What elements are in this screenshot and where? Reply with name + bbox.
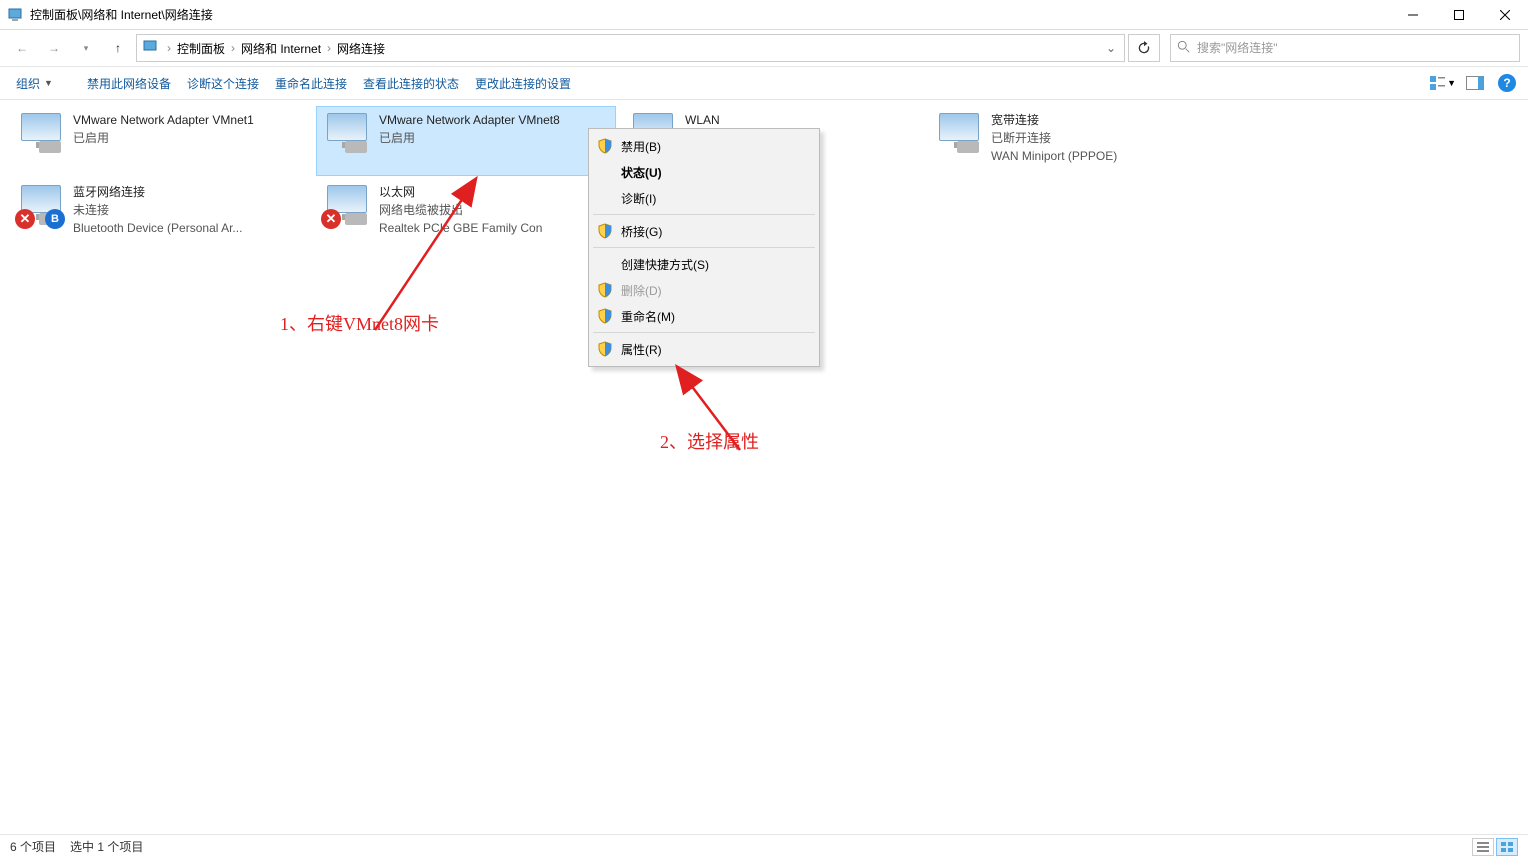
uac-shield-icon: [597, 138, 613, 154]
context-menu-item[interactable]: 重命名(M): [591, 303, 817, 329]
up-button[interactable]: ↑: [104, 34, 132, 62]
adapter-device: Bluetooth Device (Personal Ar...: [73, 219, 242, 237]
toolbar-diagnose[interactable]: 诊断这个连接: [179, 69, 267, 98]
menu-separator: [593, 214, 815, 215]
recent-dropdown[interactable]: ▾: [72, 34, 100, 62]
search-box[interactable]: [1170, 34, 1520, 62]
breadcrumb-item[interactable]: 网络连接: [333, 35, 389, 61]
address-dropdown[interactable]: ⌄: [1100, 41, 1122, 55]
context-menu-item[interactable]: 桥接(G): [591, 218, 817, 244]
chevron-right-icon[interactable]: ›: [229, 41, 237, 55]
menu-item-label: 重命名(M): [621, 308, 675, 325]
app-icon: [8, 7, 24, 23]
network-adapter-item[interactable]: ✕B 蓝牙网络连接未连接Bluetooth Device (Personal Ar…: [10, 178, 310, 248]
context-menu-item[interactable]: 状态(U): [591, 159, 817, 185]
adapter-status: 已断开连接: [991, 129, 1117, 147]
context-menu: 禁用(B) 状态(U) 诊断(I) 桥接(G) 创建快捷方式(S) 删除(D) 重命名(M)…: [588, 128, 820, 367]
details-view-button[interactable]: [1472, 838, 1494, 856]
chevron-right-icon[interactable]: ›: [325, 41, 333, 55]
context-menu-item[interactable]: 创建快捷方式(S): [591, 251, 817, 277]
menu-separator: [593, 247, 815, 248]
status-selection: 选中 1 个项目: [70, 838, 143, 855]
adapter-title: 宽带连接: [991, 111, 1117, 129]
network-adapter-item[interactable]: VMware Network Adapter VMnet8已启用: [316, 106, 616, 176]
adapter-device: WAN Miniport (PPPOE): [991, 147, 1117, 165]
adapter-icon: [15, 111, 67, 159]
context-menu-item[interactable]: 诊断(I): [591, 185, 817, 211]
minimize-button[interactable]: [1390, 0, 1436, 30]
chevron-down-icon: ▼: [1447, 78, 1456, 88]
command-bar: 组织▼ 禁用此网络设备 诊断这个连接 重命名此连接 查看此连接的状态 更改此连接…: [0, 66, 1528, 100]
adapter-title: WLAN: [685, 111, 760, 129]
organize-menu[interactable]: 组织▼: [8, 69, 61, 98]
menu-item-label: 诊断(I): [621, 190, 656, 207]
adapter-icon: ✕B: [15, 183, 67, 231]
back-button[interactable]: ←: [8, 34, 36, 62]
menu-item-label: 状态(U): [621, 164, 662, 181]
window-title: 控制面板\网络和 Internet\网络连接: [30, 6, 1390, 23]
menu-item-label: 删除(D): [621, 282, 662, 299]
toolbar-rename[interactable]: 重命名此连接: [267, 69, 355, 98]
titlebar: 控制面板\网络和 Internet\网络连接: [0, 0, 1528, 30]
status-item-count: 6 个项目: [10, 838, 56, 855]
toolbar-view-status[interactable]: 查看此连接的状态: [355, 69, 467, 98]
search-input[interactable]: [1197, 41, 1513, 55]
chevron-right-icon[interactable]: ›: [165, 41, 173, 55]
uac-shield-icon: [597, 223, 613, 239]
address-bar[interactable]: › 控制面板 › 网络和 Internet › 网络连接 ⌄: [136, 34, 1125, 62]
adapter-icon: [933, 111, 985, 159]
maximize-button[interactable]: [1436, 0, 1482, 30]
adapter-title: 蓝牙网络连接: [73, 183, 242, 201]
network-adapter-item[interactable]: 宽带连接已断开连接WAN Miniport (PPPOE): [928, 106, 1228, 176]
menu-item-label: 禁用(B): [621, 138, 661, 155]
preview-pane-button[interactable]: [1462, 70, 1488, 96]
context-menu-item[interactable]: 属性(R): [591, 336, 817, 362]
uac-shield-icon: [597, 308, 613, 324]
menu-item-label: 属性(R): [621, 341, 662, 358]
nav-row: ← → ▾ ↑ › 控制面板 › 网络和 Internet › 网络连接 ⌄: [0, 30, 1528, 66]
forward-button[interactable]: →: [40, 34, 68, 62]
location-icon: [143, 39, 161, 57]
annotation-text-1: 1、右键VMnet8网卡: [280, 310, 439, 336]
breadcrumb-item[interactable]: 网络和 Internet: [237, 35, 325, 61]
context-menu-item[interactable]: 禁用(B): [591, 133, 817, 159]
search-icon: [1177, 40, 1191, 57]
chevron-down-icon: ▼: [44, 78, 53, 88]
view-options-button[interactable]: ▼: [1430, 70, 1456, 96]
toolbar-disable-device[interactable]: 禁用此网络设备: [79, 69, 179, 98]
adapter-status: 已启用: [379, 129, 560, 147]
close-button[interactable]: [1482, 0, 1528, 30]
context-menu-item: 删除(D): [591, 277, 817, 303]
content-area: VMware Network Adapter VMnet1已启用VMware N…: [0, 100, 1528, 834]
adapter-title: VMware Network Adapter VMnet8: [379, 111, 560, 129]
adapter-icon: [321, 111, 373, 159]
annotation-text-2: 2、选择属性: [660, 428, 759, 454]
help-button[interactable]: ?: [1494, 70, 1520, 96]
uac-shield-icon: [597, 341, 613, 357]
toolbar-change-settings[interactable]: 更改此连接的设置: [467, 69, 579, 98]
menu-item-label: 创建快捷方式(S): [621, 256, 709, 273]
refresh-button[interactable]: [1128, 34, 1160, 62]
adapter-title: VMware Network Adapter VMnet1: [73, 111, 254, 129]
status-bar: 6 个项目 选中 1 个项目: [0, 834, 1528, 858]
menu-item-label: 桥接(G): [621, 223, 662, 240]
menu-separator: [593, 332, 815, 333]
tiles-view-button[interactable]: [1496, 838, 1518, 856]
breadcrumb-item[interactable]: 控制面板: [173, 35, 229, 61]
network-adapter-item[interactable]: VMware Network Adapter VMnet1已启用: [10, 106, 310, 176]
uac-shield-icon: [597, 282, 613, 298]
adapter-status: 已启用: [73, 129, 254, 147]
adapter-status: 未连接: [73, 201, 242, 219]
